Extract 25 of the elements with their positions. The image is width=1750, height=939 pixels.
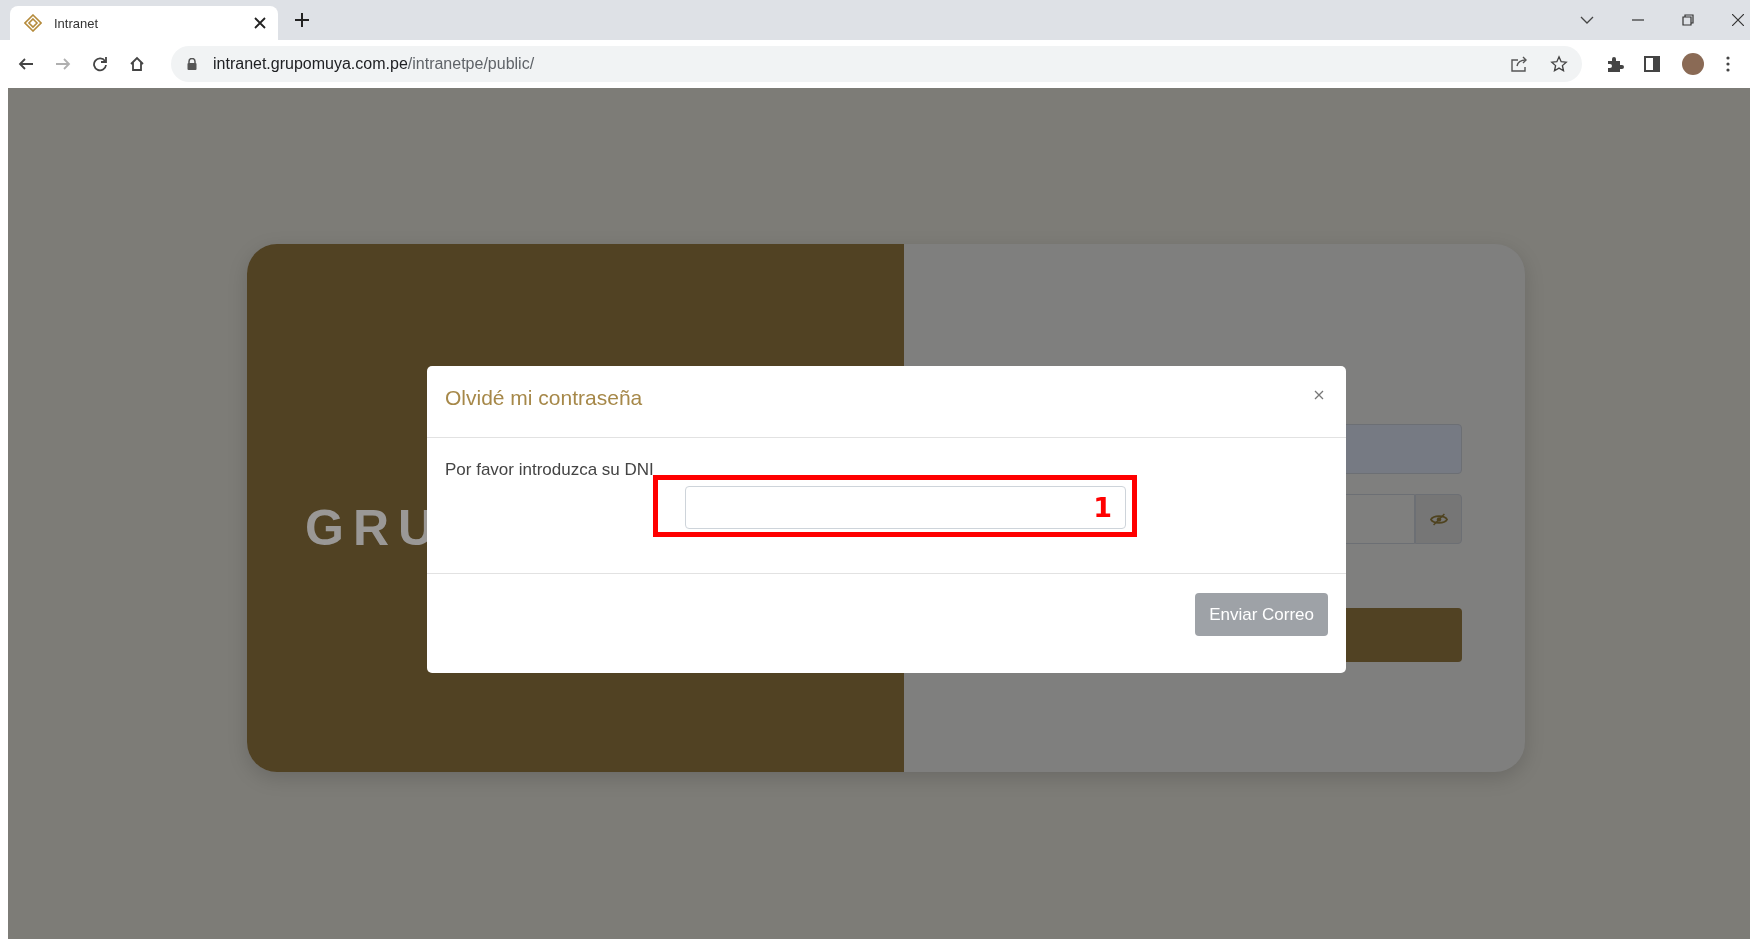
- field-label: Por favor introduzca su DNI: [445, 460, 655, 480]
- browser-tab[interactable]: Intranet: [10, 6, 278, 40]
- home-icon[interactable]: [129, 56, 145, 72]
- back-icon[interactable]: [18, 56, 34, 72]
- close-icon[interactable]: [254, 17, 266, 29]
- diamond-icon: [24, 14, 42, 32]
- modal-title: Olvidé mi contraseña: [445, 385, 643, 410]
- dni-input[interactable]: [685, 486, 1126, 529]
- eye-icon: [1429, 512, 1448, 526]
- plus-icon[interactable]: [294, 12, 310, 28]
- url-path: /intranetpe/public/: [407, 55, 535, 73]
- menu-icon[interactable]: [1726, 56, 1730, 72]
- address-bar[interactable]: intranet.grupomuya.com.pe/intranetpe/public/: [171, 46, 1582, 82]
- restore-icon[interactable]: [1682, 14, 1694, 26]
- reload-icon[interactable]: [92, 56, 108, 72]
- chevron-down-icon[interactable]: [1580, 16, 1594, 24]
- url-host: intranet.grupomuya.com.pe: [213, 55, 408, 73]
- puzzle-icon[interactable]: [1606, 55, 1624, 73]
- lock-icon: [187, 58, 197, 70]
- avatar[interactable]: [1682, 53, 1704, 75]
- close-icon[interactable]: [1732, 14, 1744, 26]
- star-icon[interactable]: [1550, 55, 1568, 73]
- annotation-number: 1: [1093, 492, 1112, 523]
- tab-title: Intranet: [54, 15, 100, 31]
- side-panel-icon[interactable]: [1644, 56, 1660, 72]
